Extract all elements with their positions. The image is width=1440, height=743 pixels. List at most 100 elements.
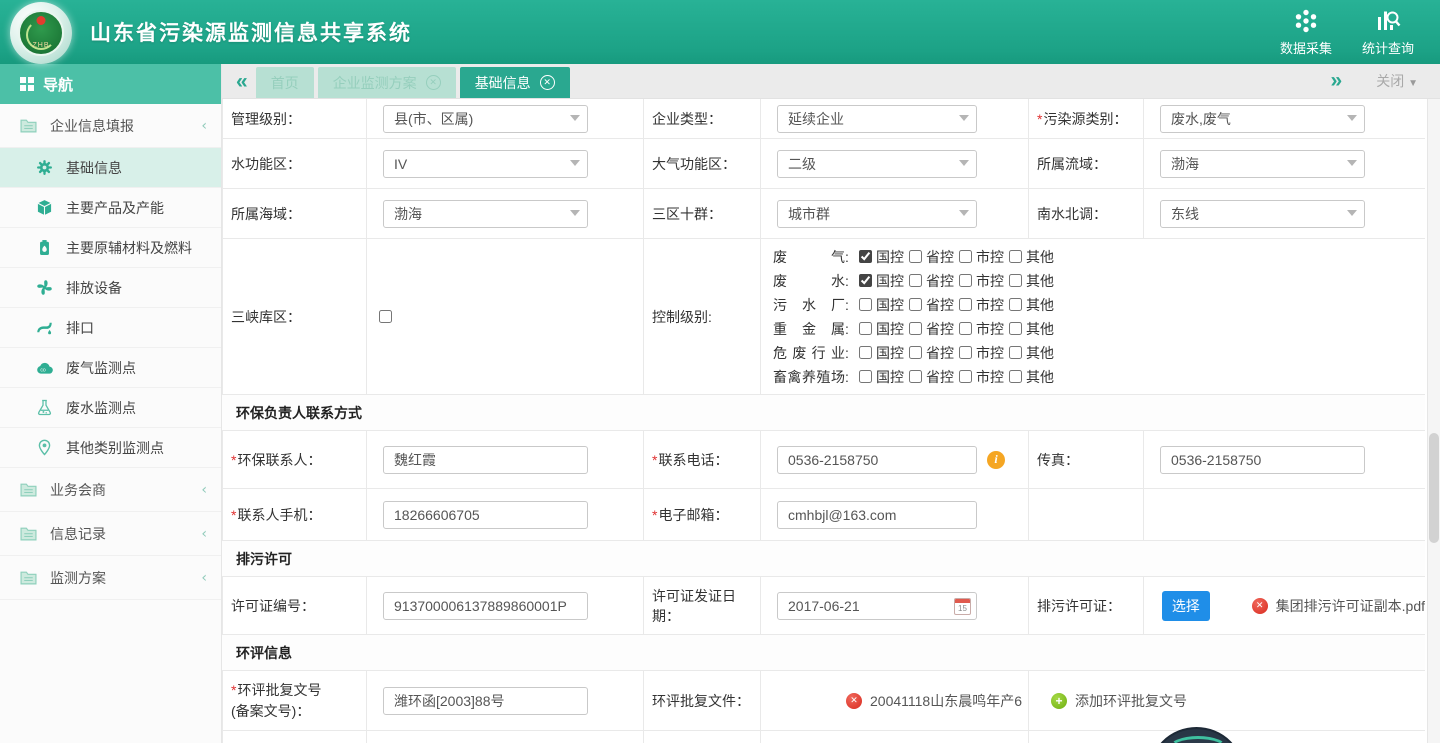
control-checkbox-污水厂-市控[interactable]: 市控 (959, 295, 1009, 315)
delete-file-icon[interactable]: ✕ (1252, 598, 1268, 614)
select-file-button[interactable]: 选择 (1162, 591, 1210, 621)
field-label: 南水北调： (1037, 204, 1107, 224)
close-tabs-menu[interactable]: 关闭 ▼ (1376, 71, 1418, 91)
control-checkbox-危废行业-市控[interactable]: 市控 (959, 343, 1009, 363)
chevron-down-icon (570, 115, 580, 121)
email-input[interactable]: cmhbjl@163.com (777, 501, 977, 529)
data-collection-button[interactable]: 数据采集 (1280, 8, 1332, 57)
sidebar-group-monitoring-plan[interactable]: 监测方案 ‹ (0, 556, 221, 600)
contact-mobile-input[interactable]: 18266606705 (383, 501, 588, 529)
mgmt-level-select[interactable]: 县(市、区属) (383, 105, 588, 133)
control-checkbox-重金属-省控[interactable]: 省控 (909, 319, 959, 339)
control-checkbox-危废行业-国控[interactable]: 国控 (859, 343, 909, 363)
sidebar-group-info-records[interactable]: 信息记录 ‹ (0, 512, 221, 556)
control-row-label: 污水厂: (773, 295, 859, 315)
pollution-source-type-select[interactable]: 废水,废气 (1160, 105, 1365, 133)
tab-home[interactable]: 首页 (256, 67, 314, 98)
water-function-zone-select[interactable]: IV (383, 150, 588, 178)
control-row-label: 重金属: (773, 319, 859, 339)
control-checkbox-废水-其他[interactable]: 其他 (1009, 271, 1059, 291)
control-checkbox-废气-省控[interactable]: 省控 (909, 247, 959, 267)
statistics-query-button[interactable]: 统计查询 (1362, 8, 1414, 57)
close-tab-icon[interactable]: ✕ (426, 75, 441, 90)
delete-file-icon[interactable]: ✕ (846, 693, 862, 709)
tabs-scroll-right-icon[interactable]: » (1331, 70, 1343, 91)
control-checkbox-污水厂-省控[interactable]: 省控 (909, 295, 959, 315)
control-checkbox-废水-省控[interactable]: 省控 (909, 271, 959, 291)
control-checkbox-畜禽养殖场-省控[interactable]: 省控 (909, 367, 959, 387)
basin-select[interactable]: 渤海 (1160, 150, 1365, 178)
sidebar-item-products[interactable]: 主要产品及产能 (0, 188, 221, 228)
add-eia-doc-link[interactable]: 添加环评批复文号 (1075, 691, 1187, 711)
info-icon[interactable]: i (987, 451, 1005, 469)
chevron-collapse-icon[interactable]: ‹ (201, 118, 207, 134)
checkbox-label: 国控 (876, 319, 904, 339)
permit-number-input[interactable]: 913700006137889860001P (383, 592, 588, 620)
control-checkbox-畜禽养殖场-市控[interactable]: 市控 (959, 367, 1009, 387)
control-row: 危废行业:国控省控市控其他 (773, 341, 1059, 364)
control-checkbox-污水厂-其他[interactable]: 其他 (1009, 295, 1059, 315)
control-checkbox-危废行业-其他[interactable]: 其他 (1009, 343, 1059, 363)
fax-input[interactable]: 0536-2158750 (1160, 446, 1365, 474)
sidebar-group-business-consultation[interactable]: 业务会商 ‹ (0, 468, 221, 512)
contact-person-input[interactable]: 魏红霞 (383, 446, 588, 474)
eia-doc-number-input[interactable]: 潍环函[2003]88号 (383, 687, 588, 715)
control-checkbox-重金属-其他[interactable]: 其他 (1009, 319, 1059, 339)
eia-file-name[interactable]: 20041118山东晨鸣年产6 (870, 691, 1022, 711)
checkbox-label: 省控 (926, 367, 954, 387)
folder-icon (20, 569, 37, 586)
permit-file-name[interactable]: 集团排污许可证副本.pdf (1276, 596, 1425, 616)
water-diversion-select[interactable]: 东线 (1160, 200, 1365, 228)
sidebar-item-wastewater-points[interactable]: 废水监测点 (0, 388, 221, 428)
sidebar-item-raw-materials[interactable]: 主要原辅材料及燃料 (0, 228, 221, 268)
control-checkbox-重金属-国控[interactable]: 国控 (859, 319, 909, 339)
chevron-collapse-icon[interactable]: ‹ (201, 482, 207, 498)
close-tab-icon[interactable]: ✕ (540, 75, 555, 90)
tab-basic-info[interactable]: 基础信息 ✕ (460, 67, 570, 98)
field-label: 三峡库区： (231, 307, 301, 327)
tab-enterprise-monitoring-plan[interactable]: 企业监测方案 ✕ (318, 67, 456, 98)
control-checkbox-畜禽养殖场-国控[interactable]: 国控 (859, 367, 909, 387)
control-checkbox-废气-国控[interactable]: 国控 (859, 247, 909, 267)
city-cluster-select[interactable]: 城市群 (777, 200, 977, 228)
control-checkbox-污水厂-国控[interactable]: 国控 (859, 295, 909, 315)
scrollbar-thumb[interactable] (1429, 433, 1439, 543)
section-header-permit: 排污许可 (222, 541, 1425, 577)
control-checkbox-废水-市控[interactable]: 市控 (959, 271, 1009, 291)
sidebar-item-emission-equipment[interactable]: 排放设备 (0, 268, 221, 308)
field-label: 环评批复文件： (652, 691, 750, 711)
contact-phone-input[interactable]: 0536-2158750 (777, 446, 977, 474)
control-checkbox-废水-国控[interactable]: 国控 (859, 271, 909, 291)
sidebar-item-outlets[interactable]: 排口 (0, 308, 221, 348)
permit-date-input[interactable]: 2017-06-21 15 (777, 592, 977, 620)
control-checkbox-危废行业-省控[interactable]: 省控 (909, 343, 959, 363)
control-checkbox-废气-市控[interactable]: 市控 (959, 247, 1009, 267)
control-checkbox-重金属-市控[interactable]: 市控 (959, 319, 1009, 339)
gear-icon (36, 159, 53, 176)
enterprise-type-select[interactable]: 延续企业 (777, 105, 977, 133)
chevron-collapse-icon[interactable]: ‹ (201, 526, 207, 542)
sidebar-group-enterprise-info[interactable]: 企业信息填报 ‹ (0, 104, 221, 148)
control-checkbox-畜禽养殖场-其他[interactable]: 其他 (1009, 367, 1059, 387)
calendar-icon[interactable]: 15 (954, 598, 971, 615)
control-row-label: 畜禽养殖场: (773, 367, 859, 387)
sidebar-item-other-points[interactable]: 其他类别监测点 (0, 428, 221, 468)
app-header: ZHB 山东省污染源监测信息共享系统 数据采集 (0, 0, 1440, 64)
tabs-scroll-left-icon[interactable]: « (236, 71, 248, 92)
checkbox-label: 国控 (876, 343, 904, 363)
chevron-down-icon (570, 160, 580, 166)
field-label: *联系电话： (652, 450, 728, 470)
vertical-scrollbar[interactable] (1427, 99, 1440, 743)
sidebar-item-waste-gas-points[interactable]: co 废气监测点 (0, 348, 221, 388)
air-function-zone-select[interactable]: 二级 (777, 150, 977, 178)
control-checkbox-废气-其他[interactable]: 其他 (1009, 247, 1059, 267)
sidebar-item-basic-info[interactable]: 基础信息 (0, 148, 221, 188)
sea-area-select[interactable]: 渤海 (383, 200, 588, 228)
three-gorges-checkbox[interactable] (379, 310, 392, 323)
add-icon[interactable]: + (1051, 693, 1067, 709)
checkbox-label: 其他 (1026, 319, 1054, 339)
checkbox-label: 市控 (976, 295, 1004, 315)
control-matrix: 废气:国控省控市控其他废水:国控省控市控其他污水厂:国控省控市控其他重金属:国控… (769, 239, 1059, 394)
bar-chart-search-icon (1375, 8, 1401, 34)
chevron-collapse-icon[interactable]: ‹ (201, 570, 207, 586)
